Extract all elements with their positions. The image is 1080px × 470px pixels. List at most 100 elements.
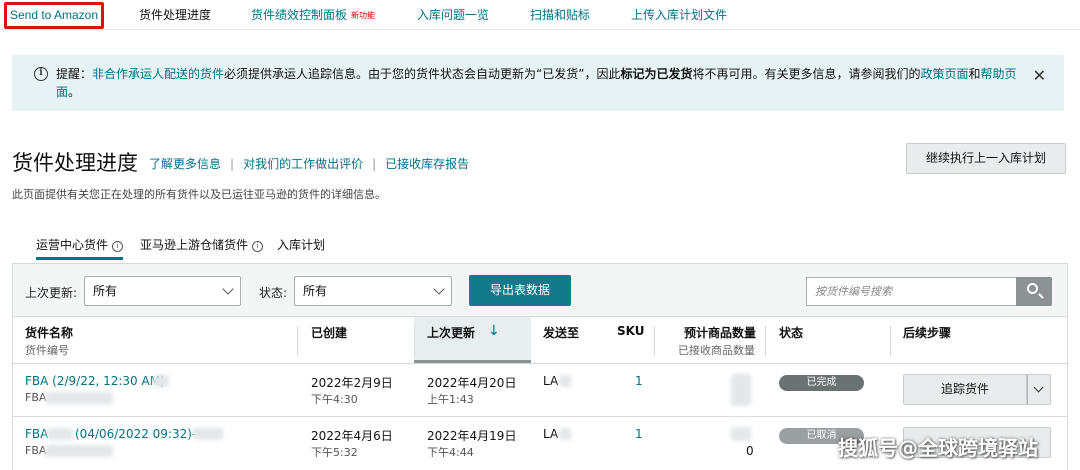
ship-to: LA xyxy=(543,374,559,388)
alert-bold: 标记为已发货 xyxy=(620,67,693,81)
link-learn-more[interactable]: 了解更多信息 xyxy=(149,157,221,171)
tab-upstream-storage-label: 亚马逊上游仓储货件 xyxy=(140,238,249,252)
page-description: 此页面提供有关您正在处理的所有货件以及已运往亚马逊的货件的详细信息。 xyxy=(12,188,386,201)
header-links: 了解更多信息 | 对我们的工作做出评价 | 已接收库存报告 xyxy=(149,155,469,172)
redacted-block xyxy=(731,427,751,441)
tab-inbound-plans-label: 入库计划 xyxy=(277,238,326,252)
redacted-block xyxy=(45,392,113,404)
nav-performance-dashboard-label: 货件绩效控制面板 xyxy=(251,8,348,22)
track-shipment-button[interactable]: 追踪货件 xyxy=(903,374,1027,405)
new-feature-badge: 新功能 xyxy=(351,11,376,20)
chevron-down-icon xyxy=(433,283,445,295)
created-time: 下午5:32 xyxy=(311,446,358,459)
created-date: 2022年2月9日 xyxy=(311,376,393,390)
col-header-next-steps: 后续步骤 xyxy=(903,326,952,340)
alert-text: 提醒：非合作承运人配送的货件必须提供承运人追踪信息。由于您的货件状态会自动更新为… xyxy=(56,65,1026,101)
updated-date: 2022年4月19日 xyxy=(427,429,517,443)
export-data-button[interactable]: 导出表数据 xyxy=(469,275,571,306)
chevron-down-icon xyxy=(222,283,234,295)
col-header-created[interactable]: 已创建 xyxy=(311,324,347,341)
created-time: 下午4:30 xyxy=(311,393,358,406)
shipment-id: FBA xyxy=(25,444,47,457)
col-header-expected-units[interactable]: 预计商品数量 xyxy=(684,324,756,341)
tab-upstream-storage[interactable]: 亚马逊上游仓储货件 i xyxy=(140,236,264,260)
continue-plan-button[interactable]: 继续执行上一入库计划 xyxy=(906,143,1066,174)
top-nav: Send to Amazon 货件处理进度 货件绩效控制面板 新功能 入库问题一览… xyxy=(0,0,1080,30)
status-filter-value: 所有 xyxy=(303,284,328,298)
column-separator xyxy=(890,326,891,356)
col-header-ship-to[interactable]: 发送至 xyxy=(543,324,579,341)
nav-send-to-amazon[interactable]: Send to Amazon xyxy=(4,2,104,29)
last-updated-label: 上次更新: xyxy=(25,286,78,300)
received-units: 0 xyxy=(746,444,754,458)
divider xyxy=(13,363,1067,364)
alert-banner: i 提醒：非合作承运人配送的货件必须提供承运人追踪信息。由于您的货件状态会自动更… xyxy=(12,55,1064,111)
col-header-last-updated[interactable]: 上次更新 xyxy=(427,324,475,341)
updated-time: 下午4:44 xyxy=(427,446,474,459)
redacted-block xyxy=(45,445,113,457)
status-select[interactable]: 所有 xyxy=(294,276,452,306)
sort-down-icon[interactable]: ↓ xyxy=(488,323,500,339)
alert-text-1: 必须提供承运人追踪信息。由于您的货件状态会自动更新为“已发货”，因此 xyxy=(224,67,621,81)
alert-and: 和 xyxy=(968,67,981,81)
tab-fulfillment-center[interactable]: 运营中心货件 i xyxy=(36,236,124,260)
shipment-id: FBA xyxy=(25,391,47,404)
status-badge: 已完成 xyxy=(779,375,864,391)
divider xyxy=(13,416,1067,417)
filter-row: 上次更新: 所有 状态: 所有 导出表数据 按货件编号搜索 xyxy=(13,264,1067,316)
redacted-block xyxy=(153,375,169,387)
alert-link-policy[interactable]: 政策页面 xyxy=(921,67,969,81)
updated-date: 2022年4月20日 xyxy=(427,376,517,390)
chevron-down-icon xyxy=(1033,382,1044,393)
nav-upload-plan-file[interactable]: 上传入库计划文件 xyxy=(631,6,727,23)
col-header-status[interactable]: 状态 xyxy=(779,324,803,341)
link-separator: | xyxy=(372,157,377,171)
col-header-sku[interactable]: SKU xyxy=(617,324,644,338)
divider xyxy=(13,316,1067,317)
sku-count-link[interactable]: 1 xyxy=(635,427,643,441)
link-separator: | xyxy=(230,157,235,171)
search-button[interactable] xyxy=(1016,277,1052,306)
link-rate-us[interactable]: 对我们的工作做出评价 xyxy=(243,157,363,171)
redacted-block xyxy=(47,428,73,440)
shipment-name-prefix[interactable]: FBA xyxy=(25,427,48,441)
help-icon[interactable]: i xyxy=(112,241,124,252)
redacted-block xyxy=(559,375,571,387)
watermark: 搜狐号@全球跨境驿站 xyxy=(838,436,1038,460)
search-icon xyxy=(1027,283,1038,294)
nav-shipment-progress[interactable]: 货件处理进度 xyxy=(139,6,211,23)
column-separator xyxy=(654,326,655,356)
nav-inbound-problems[interactable]: 入库问题一览 xyxy=(417,6,489,23)
created-date: 2022年4月6日 xyxy=(311,429,393,443)
link-received-inventory-report[interactable]: 已接收库存报告 xyxy=(385,157,469,171)
help-icon[interactable]: i xyxy=(252,241,264,252)
nav-scan-and-label[interactable]: 扫描和贴标 xyxy=(530,6,590,23)
column-separator xyxy=(414,326,415,356)
column-separator xyxy=(765,326,766,356)
ship-to: LA xyxy=(543,427,559,441)
col-header-shipment-name[interactable]: 货件名称 xyxy=(25,324,73,341)
actions-dropdown-button[interactable] xyxy=(1027,374,1051,405)
tab-inbound-plans[interactable]: 入库计划 xyxy=(277,236,325,260)
column-separator xyxy=(297,326,298,356)
sku-count-link[interactable]: 1 xyxy=(635,374,643,388)
last-updated-select[interactable]: 所有 xyxy=(84,276,241,306)
col-subheader-received-units: 已接收商品数量 xyxy=(678,344,755,357)
updated-time: 上午1:43 xyxy=(427,393,474,406)
col-subheader-shipment-id: 货件编号 xyxy=(25,344,69,357)
info-icon: i xyxy=(34,67,48,81)
alert-prefix: 提醒： xyxy=(56,67,93,81)
alert-text-2: 将不再可用。有关更多信息，请参阅我们的 xyxy=(692,67,921,81)
tab-fulfillment-center-label: 运营中心货件 xyxy=(36,238,109,252)
last-updated-value: 所有 xyxy=(93,284,118,298)
shipment-name-link[interactable]: FBA (2/9/22, 12:30 AM) xyxy=(25,374,165,388)
status-filter-label: 状态: xyxy=(259,286,288,300)
redacted-block xyxy=(731,374,751,406)
shipment-search-input[interactable]: 按货件编号搜索 xyxy=(806,277,1016,306)
nav-performance-dashboard[interactable]: 货件绩效控制面板 新功能 xyxy=(251,6,375,23)
alert-link-non-partnered[interactable]: 非合作承运人配送的货件 xyxy=(92,67,224,81)
page-title: 货件处理进度 xyxy=(12,151,138,175)
alert-end: 。 xyxy=(68,85,81,99)
shipment-name-link[interactable]: (04/06/2022 09:32)- xyxy=(75,427,196,441)
close-icon[interactable]: ✕ xyxy=(1033,66,1046,85)
